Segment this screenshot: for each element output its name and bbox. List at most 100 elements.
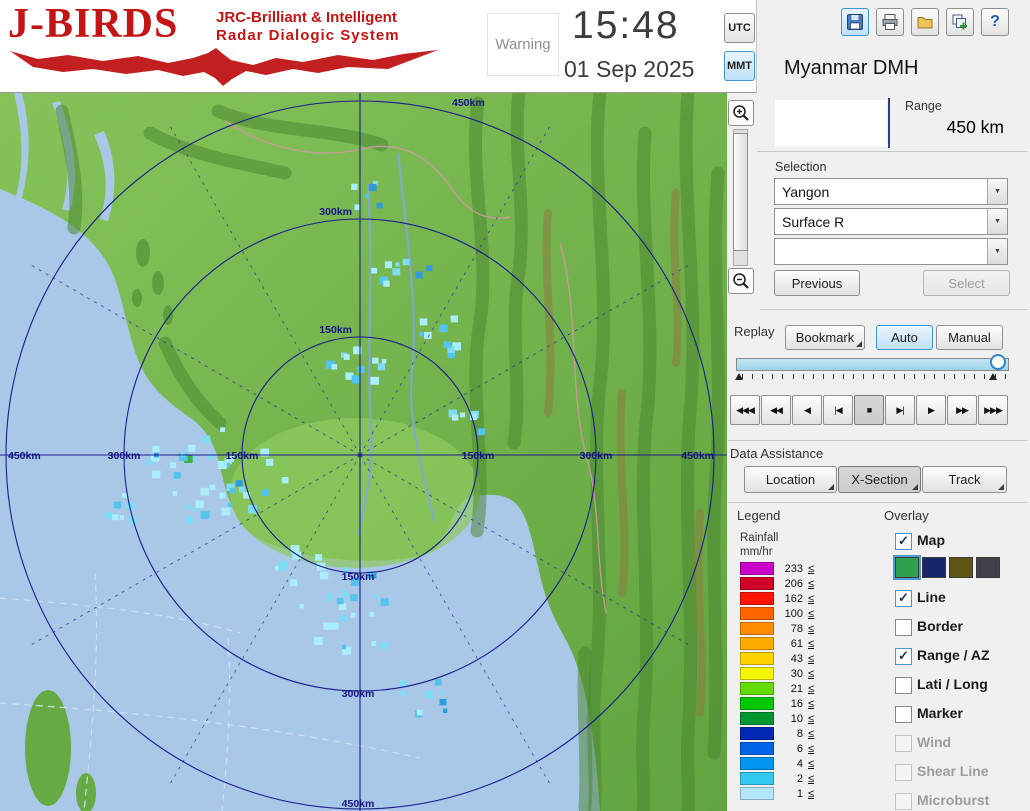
chevron-down-icon[interactable]: ▼ bbox=[987, 239, 1007, 264]
map-color-swatch-3[interactable] bbox=[976, 557, 1000, 578]
overlay-item-marker[interactable]: Marker bbox=[895, 705, 1029, 727]
legend-value: 16 bbox=[779, 698, 803, 710]
print-button[interactable] bbox=[876, 8, 904, 36]
ring-label: 300km bbox=[342, 688, 375, 700]
zoom-slider-thumb[interactable] bbox=[733, 133, 748, 251]
legend-le-symbol: ≤ bbox=[808, 728, 814, 740]
playback-stop-icon: ■ bbox=[867, 405, 871, 415]
legend-color-bar bbox=[740, 757, 774, 770]
radar-map[interactable]: 450km 300km 150km 150km 300km 450km 450k… bbox=[0, 93, 727, 811]
bookmark-button[interactable]: Bookmark bbox=[785, 325, 865, 350]
legend-le-symbol: ≤ bbox=[808, 683, 814, 695]
legend-value: 6 bbox=[779, 743, 803, 755]
replay-slider-track[interactable] bbox=[736, 358, 1009, 371]
chevron-down-icon[interactable]: ▼ bbox=[987, 209, 1007, 234]
legend-unit-1: Rainfall bbox=[740, 532, 778, 544]
checkbox[interactable]: ✓ bbox=[895, 590, 912, 607]
overlay-item-border[interactable]: Border bbox=[895, 618, 1029, 640]
add-window-button[interactable] bbox=[946, 8, 974, 36]
ring-label: 150km bbox=[462, 450, 495, 462]
zoom-in-button[interactable] bbox=[728, 100, 754, 126]
checkbox[interactable]: ✓ bbox=[895, 533, 912, 550]
overlay-item-range-az[interactable]: ✓Range / AZ bbox=[895, 647, 1029, 669]
legend-color-bar bbox=[740, 772, 774, 785]
playback-fast-rewind-icon: ◀◀ bbox=[770, 405, 782, 416]
auto-button[interactable]: Auto bbox=[876, 325, 933, 350]
ring-label: 450km bbox=[681, 450, 714, 462]
slider-tick bbox=[883, 374, 884, 379]
slider-tick bbox=[762, 374, 763, 379]
map-color-swatch-2[interactable] bbox=[949, 557, 973, 578]
playback-fast-forward-button[interactable]: ▶▶ bbox=[947, 395, 977, 425]
print-icon bbox=[881, 13, 899, 31]
overlay-item-label: Line bbox=[917, 589, 946, 605]
ring-label: 450km bbox=[8, 450, 41, 462]
playback-rewind-icon: ◀ bbox=[804, 405, 810, 416]
ring-label: 450km bbox=[452, 97, 485, 109]
header: J-BIRDS JRC-Brilliant & Intelligent Rada… bbox=[0, 0, 757, 93]
site-dropdown[interactable]: Yangon ▼ bbox=[774, 178, 1008, 205]
help-button[interactable]: ? bbox=[981, 8, 1009, 36]
overlay-item-lati-long[interactable]: Lati / Long bbox=[895, 676, 1029, 698]
ring-label: 150km bbox=[226, 450, 259, 462]
location-label: Location bbox=[766, 472, 815, 487]
checkbox bbox=[895, 735, 912, 752]
legend-row: 61≤ bbox=[740, 637, 814, 650]
location-button[interactable]: Location bbox=[744, 466, 837, 493]
playback-step-forward-button[interactable]: ▶| bbox=[885, 395, 915, 425]
overlay-item-line[interactable]: ✓ Line bbox=[895, 589, 1029, 611]
legend-value: 10 bbox=[779, 713, 803, 725]
legend-le-symbol: ≤ bbox=[808, 653, 814, 665]
manual-button[interactable]: Manual bbox=[936, 325, 1003, 350]
legend-value: 2 bbox=[779, 773, 803, 785]
legend-color-bar bbox=[740, 712, 774, 725]
playback-stop-button[interactable]: ■ bbox=[854, 395, 884, 425]
legend-row: 30≤ bbox=[740, 667, 814, 680]
slider-tick bbox=[914, 374, 915, 379]
map-color-swatch-0[interactable] bbox=[895, 557, 919, 578]
open-folder-button[interactable] bbox=[911, 8, 939, 36]
legend-le-symbol: ≤ bbox=[808, 773, 814, 785]
map-color-swatch-1[interactable] bbox=[922, 557, 946, 578]
zoom-out-button[interactable] bbox=[728, 268, 754, 294]
previous-button[interactable]: Previous bbox=[774, 270, 860, 296]
utc-button[interactable]: UTC bbox=[724, 13, 755, 43]
playback-step-back-button[interactable]: |◀ bbox=[823, 395, 853, 425]
slider-tick bbox=[813, 374, 814, 379]
overlay-item-map[interactable]: ✓Map bbox=[895, 532, 1029, 554]
range-label: Range bbox=[905, 99, 942, 113]
bookmark-label: Bookmark bbox=[796, 330, 855, 345]
playback-play-button[interactable]: ▶ bbox=[916, 395, 946, 425]
playback-fast-rewind-button[interactable]: ◀◀ bbox=[761, 395, 791, 425]
help-icon: ? bbox=[990, 13, 1000, 31]
legend-value: 43 bbox=[779, 653, 803, 665]
legend-color-bar bbox=[740, 697, 774, 710]
checkbox[interactable] bbox=[895, 706, 912, 723]
playback-rewind-button[interactable]: ◀ bbox=[792, 395, 822, 425]
slider-tick bbox=[782, 374, 783, 379]
checkbox[interactable] bbox=[895, 677, 912, 694]
playback-jump-end-button[interactable]: ▶▶▶ bbox=[978, 395, 1008, 425]
checkbox[interactable]: ✓ bbox=[895, 648, 912, 665]
track-button[interactable]: Track bbox=[922, 466, 1007, 493]
playback-jump-start-button[interactable]: ◀◀◀ bbox=[730, 395, 760, 425]
legend-color-bar bbox=[740, 727, 774, 740]
overlay-title: Overlay bbox=[884, 508, 929, 523]
selection-label: Selection bbox=[775, 160, 826, 174]
legend-value: 78 bbox=[779, 623, 803, 635]
x-section-button[interactable]: X-Section bbox=[838, 466, 921, 493]
save-icon bbox=[846, 13, 864, 31]
replay-slider-thumb[interactable] bbox=[990, 354, 1006, 370]
elevation-dropdown[interactable]: ▼ bbox=[774, 238, 1008, 265]
ring-label: 300km bbox=[108, 450, 141, 462]
playback-play-icon: ▶ bbox=[928, 405, 934, 416]
legend-value: 8 bbox=[779, 728, 803, 740]
mmt-button[interactable]: MMT bbox=[724, 51, 755, 81]
save-button[interactable] bbox=[841, 8, 869, 36]
warning-status[interactable]: Warning bbox=[487, 13, 559, 76]
checkbox[interactable] bbox=[895, 619, 912, 636]
chevron-down-icon[interactable]: ▼ bbox=[987, 179, 1007, 204]
slider-tick bbox=[803, 374, 804, 379]
select-button[interactable]: Select bbox=[923, 270, 1010, 296]
product-dropdown[interactable]: Surface R ▼ bbox=[774, 208, 1008, 235]
